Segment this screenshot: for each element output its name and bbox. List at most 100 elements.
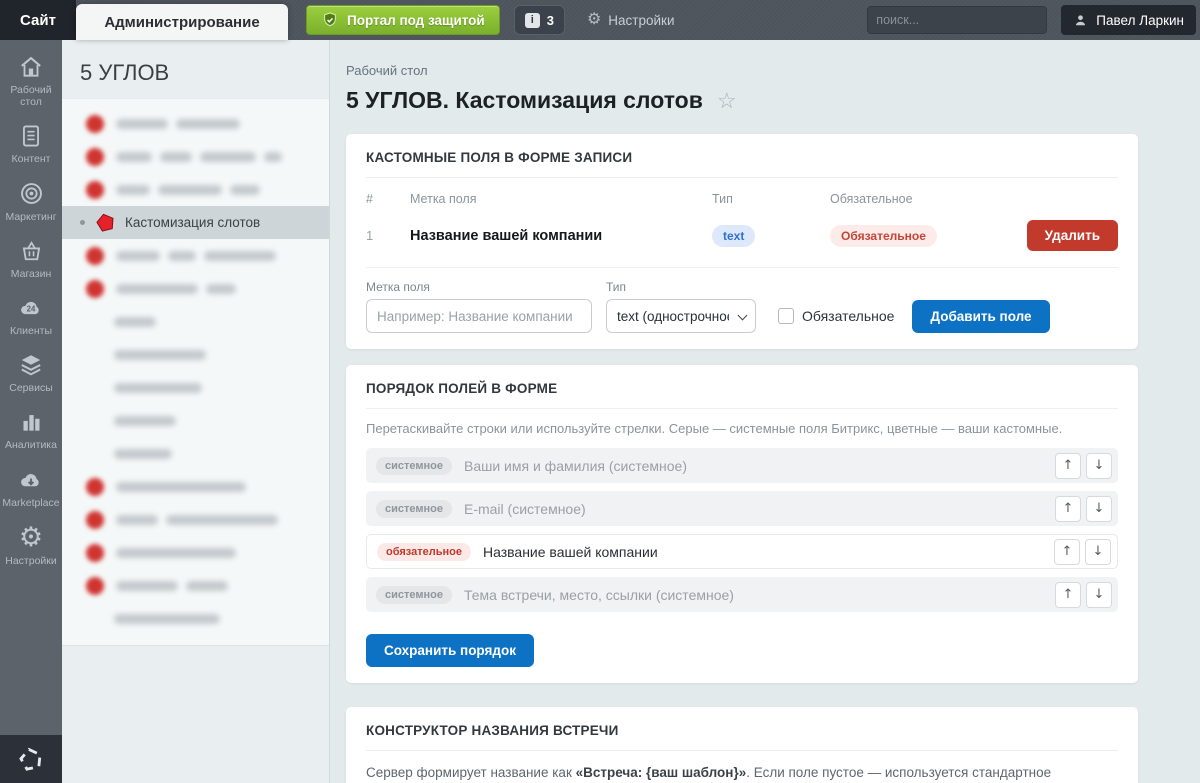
rail-item-content[interactable]: Контент: [0, 123, 62, 165]
rail-item-desktop[interactable]: Рабочий стол: [0, 54, 62, 108]
sidebar-item-active[interactable]: Кастомизация слотов: [62, 206, 329, 239]
type-select[interactable]: [606, 299, 756, 333]
redacted-text-bar: [176, 119, 240, 129]
rail-item-marketplace[interactable]: Marketplace: [0, 467, 62, 509]
redacted-text-bar: [116, 119, 168, 129]
card-title: КАСТОМНЫЕ ПОЛЯ В ФОРМЕ ЗАПИСИ: [366, 150, 1118, 178]
save-order-button[interactable]: Сохранить порядок: [366, 634, 534, 667]
redacted-text-bar: [230, 185, 260, 195]
redacted-text-bar: [116, 581, 178, 591]
sidebar-item-redacted[interactable]: [62, 470, 329, 503]
redacted-icon: [86, 577, 104, 595]
rail-item-label: Рабочий стол: [2, 84, 60, 108]
redacted-text-bar: [206, 284, 236, 294]
move-down-button[interactable]: ↓: [1086, 453, 1112, 479]
sidebar-item-redacted[interactable]: [62, 503, 329, 536]
sidebar-item-redacted[interactable]: [62, 569, 329, 602]
notifications-counter[interactable]: i 3: [514, 5, 565, 35]
sidebar-menu: Кастомизация слотов: [62, 98, 329, 646]
sidebar-item-redacted[interactable]: [62, 173, 329, 206]
sidebar-item-redacted[interactable]: [62, 536, 329, 569]
sidebar-item-redacted[interactable]: [62, 107, 329, 140]
rail-item-label: Клиенты: [10, 325, 52, 337]
card-title: КОНСТРУКТОР НАЗВАНИЯ ВСТРЕЧИ: [366, 723, 1118, 751]
redacted-text-bar: [166, 515, 278, 525]
add-field-button[interactable]: Добавить поле: [912, 300, 1049, 333]
rail-item-settings[interactable]: ⚙ Настройки: [0, 524, 62, 567]
tab-administration[interactable]: Администрирование: [76, 4, 288, 40]
required-checkbox[interactable]: [778, 308, 794, 324]
rail-item-label: Аналитика: [5, 439, 57, 451]
redacted-icon: [86, 181, 104, 199]
search-input[interactable]: [876, 13, 1037, 27]
card-title-constructor: КОНСТРУКТОР НАЗВАНИЯ ВСТРЕЧИ Сервер форм…: [346, 707, 1138, 783]
rail-item-shop[interactable]: Магазин: [0, 238, 62, 280]
marketing-icon: [18, 180, 45, 207]
order-row-system[interactable]: системное E-mail (системное) ↑ ↓: [366, 491, 1118, 526]
order-row-system[interactable]: системное Ваши имя и фамилия (системное)…: [366, 448, 1118, 483]
rail-item-marketing[interactable]: Маркетинг: [0, 180, 62, 223]
favorite-star-icon[interactable]: ☆: [717, 90, 737, 112]
topbar-settings-label: Настройки: [608, 13, 674, 28]
topbar-settings-button[interactable]: ⚙ Настройки: [587, 12, 675, 28]
sidebar-item-redacted[interactable]: [62, 305, 329, 338]
sidebar-item-redacted[interactable]: [62, 239, 329, 272]
rail-item-label: Настройки: [5, 555, 57, 567]
rail-item-label: Marketplace: [2, 497, 59, 509]
site-switch-tile[interactable]: [0, 735, 62, 783]
delete-field-button[interactable]: Удалить: [1027, 220, 1118, 251]
redacted-text-bar: [114, 449, 172, 459]
move-down-button[interactable]: ↓: [1086, 496, 1112, 522]
order-row-label: Ваши имя и фамилия (системное): [464, 458, 687, 474]
system-badge: системное: [376, 500, 452, 518]
sidebar-item-redacted[interactable]: [62, 338, 329, 371]
move-up-button[interactable]: ↑: [1054, 539, 1080, 565]
user-menu[interactable]: Павел Ларкин: [1061, 5, 1196, 35]
pentagon-outline-icon: [18, 746, 44, 772]
info-icon: i: [525, 13, 540, 28]
system-badge: системное: [376, 586, 452, 604]
sidebar-item-redacted[interactable]: [62, 602, 329, 635]
desc-bold: «Встреча: {ваш шаблон}»: [576, 765, 747, 780]
redacted-text-bar: [114, 614, 220, 624]
sidebar-item-redacted[interactable]: [62, 371, 329, 404]
order-row-system[interactable]: системное Тема встречи, место, ссылки (с…: [366, 577, 1118, 612]
col-num: #: [366, 192, 402, 206]
portal-protected-button[interactable]: Портал под защитой: [306, 5, 500, 35]
content-icon: [18, 123, 44, 149]
rail-item-label: Маркетинг: [5, 211, 56, 223]
search-box[interactable]: [867, 6, 1047, 34]
move-up-button[interactable]: ↑: [1055, 496, 1081, 522]
card-title: ПОРЯДОК ПОЛЕЙ В ФОРМЕ: [366, 381, 1118, 409]
move-down-button[interactable]: ↓: [1085, 539, 1111, 565]
rail-item-analytics[interactable]: Аналитика: [0, 409, 62, 451]
type-badge: text: [712, 225, 755, 247]
notifications-count: 3: [547, 13, 554, 28]
main-content: Рабочий стол 5 УГЛОВ. Кастомизация слото…: [330, 40, 1200, 783]
label-field-caption: Метка поля: [366, 280, 592, 294]
rail-item-clients[interactable]: 24 Клиенты: [0, 295, 62, 337]
sidebar-item-redacted[interactable]: [62, 404, 329, 437]
redacted-text-bar: [204, 251, 276, 261]
sidebar-item-redacted[interactable]: [62, 437, 329, 470]
redacted-text-bar: [158, 185, 222, 195]
move-up-button[interactable]: ↑: [1055, 582, 1081, 608]
breadcrumb[interactable]: Рабочий стол: [346, 63, 428, 78]
rail-item-services[interactable]: Сервисы: [0, 352, 62, 394]
move-down-button[interactable]: ↓: [1086, 582, 1112, 608]
required-badge: Обязательное: [830, 225, 937, 247]
sidebar-title: 5 УГЛОВ: [80, 60, 329, 86]
sidebar-item-redacted[interactable]: [62, 140, 329, 173]
required-badge: обязательное: [377, 543, 471, 561]
sidebar-item-redacted[interactable]: [62, 272, 329, 305]
field-label-input[interactable]: [366, 299, 592, 333]
redacted-text-bar: [114, 383, 202, 393]
required-checkbox-label: Обязательное: [802, 308, 894, 324]
clients-24-icon: 24: [17, 295, 45, 321]
move-up-button[interactable]: ↑: [1055, 453, 1081, 479]
redacted-text-bar: [116, 515, 158, 525]
order-row-custom[interactable]: обязательное Название вашей компании ↑ ↓: [366, 534, 1118, 569]
tab-site[interactable]: Сайт: [0, 0, 76, 40]
rail-item-label: Магазин: [11, 268, 52, 280]
card-field-order: ПОРЯДОК ПОЛЕЙ В ФОРМЕ Перетаскивайте стр…: [346, 365, 1138, 683]
